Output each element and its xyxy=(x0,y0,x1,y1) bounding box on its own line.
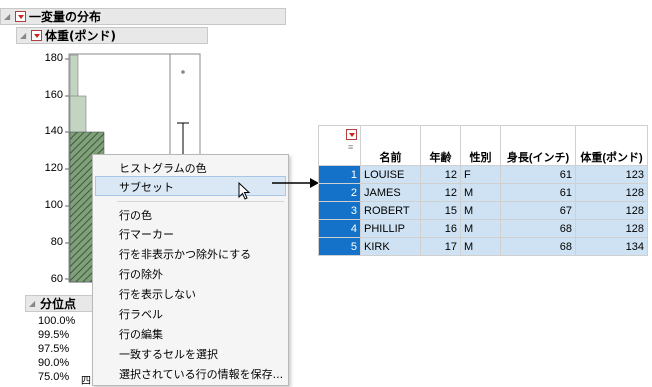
cell-name[interactable]: LOUISE xyxy=(360,165,421,184)
y-tick-label: 120 xyxy=(44,162,63,174)
column-header-age[interactable]: 年齢 xyxy=(420,125,461,166)
menu-item-save-selected-row-info[interactable]: 選択されている行の情報を保存... xyxy=(119,366,283,382)
cell-sex[interactable]: F xyxy=(460,165,501,184)
red-triangle-menu-icon[interactable] xyxy=(346,129,357,140)
menu-item-hide-rows[interactable]: 行を表示しない xyxy=(119,286,196,302)
y-tick-label: 80 xyxy=(50,236,63,248)
cell-name[interactable]: ROBERT xyxy=(360,201,421,220)
cell-age[interactable]: 12 xyxy=(420,183,461,202)
quantile-label: 99.5% xyxy=(38,329,70,341)
y-tick-label: 60 xyxy=(50,273,63,285)
context-menu: ヒストグラムの色 サブセット 行の色 行マーカー 行を非表示かつ除外にする 行の… xyxy=(92,154,289,386)
table-row[interactable]: 5 KIRK 17 M 68 134 xyxy=(318,237,648,256)
cell-height[interactable]: 61 xyxy=(500,165,576,184)
distribution-header[interactable]: ◢ 一変量の分布 xyxy=(0,8,286,25)
cell-weight[interactable]: 128 xyxy=(575,183,648,202)
row-number[interactable]: 5 xyxy=(318,237,361,256)
arrow-right-icon xyxy=(272,178,319,188)
cell-sex[interactable]: M xyxy=(460,219,501,238)
column-header-sex[interactable]: 性別 xyxy=(460,125,501,166)
y-tick-label: 140 xyxy=(44,125,63,137)
variable-header[interactable]: ◢ 体重(ポンド) xyxy=(16,27,208,44)
table-row[interactable]: 4 PHILLIP 16 M 68 128 xyxy=(318,219,648,238)
cell-height[interactable]: 68 xyxy=(500,237,576,256)
y-axis-ticks xyxy=(65,58,69,280)
row-number[interactable]: 4 xyxy=(318,219,361,238)
table-row[interactable]: 3 ROBERT 15 M 67 128 xyxy=(318,201,648,220)
row-number[interactable]: 2 xyxy=(318,183,361,202)
row-number[interactable]: 3 xyxy=(318,201,361,220)
mouse-pointer-icon xyxy=(238,182,251,200)
report-title: 一変量の分布 xyxy=(29,10,102,24)
menu-item-subset[interactable]: サブセット xyxy=(119,179,174,195)
table-row[interactable]: 2 JAMES 12 M 61 128 xyxy=(318,183,648,202)
cell-age[interactable]: 12 xyxy=(420,165,461,184)
menu-item-select-matching-cells[interactable]: 一致するセルを選択 xyxy=(119,346,218,362)
cell-weight[interactable]: 123 xyxy=(575,165,648,184)
quantile-suffix: 四 xyxy=(81,376,91,387)
quantile-label: 97.5% xyxy=(38,343,70,355)
menu-item-edit-rows[interactable]: 行の編集 xyxy=(119,326,163,342)
table-corner[interactable]: ≡ xyxy=(318,125,361,166)
menu-item-histogram-color[interactable]: ヒストグラムの色 xyxy=(119,160,207,176)
cell-weight[interactable]: 128 xyxy=(575,219,648,238)
collapse-triangle-icon[interactable]: ◢ xyxy=(4,12,12,21)
collapse-triangle-icon[interactable]: ◢ xyxy=(29,299,37,308)
menu-item-row-marker[interactable]: 行マーカー xyxy=(119,226,174,242)
column-header-height[interactable]: 身長(インチ) xyxy=(500,125,576,166)
y-tick-label: 160 xyxy=(44,89,63,101)
cell-height[interactable]: 61 xyxy=(500,183,576,202)
collapse-triangle-icon[interactable]: ◢ xyxy=(20,31,28,40)
menu-separator xyxy=(117,201,284,202)
y-tick-label: 180 xyxy=(44,52,63,64)
cell-sex[interactable]: M xyxy=(460,201,501,220)
red-triangle-menu-icon[interactable] xyxy=(31,30,42,41)
y-tick-label: 100 xyxy=(44,199,63,211)
quantile-label: 100.0% xyxy=(38,315,76,327)
row-number[interactable]: 1 xyxy=(318,165,361,184)
cell-sex[interactable]: M xyxy=(460,237,501,256)
cell-age[interactable]: 15 xyxy=(420,201,461,220)
quantiles-header[interactable]: ◢ 分位点 xyxy=(25,295,97,312)
column-header-name[interactable]: 名前 xyxy=(360,125,421,166)
cell-name[interactable]: KIRK xyxy=(360,237,421,256)
cell-name[interactable]: PHILLIP xyxy=(360,219,421,238)
cell-age[interactable]: 16 xyxy=(420,219,461,238)
cell-height[interactable]: 68 xyxy=(500,219,576,238)
cell-height[interactable]: 67 xyxy=(500,201,576,220)
outlier-point[interactable] xyxy=(181,70,185,74)
table-row[interactable]: 1 LOUISE 12 F 61 123 xyxy=(318,165,648,184)
red-triangle-menu-icon[interactable] xyxy=(15,11,26,22)
menu-item-row-label[interactable]: 行ラベル xyxy=(119,306,163,322)
menu-item-hide-and-exclude[interactable]: 行を非表示かつ除外にする xyxy=(119,246,251,262)
filter-icon[interactable]: ≡ xyxy=(348,142,353,152)
cell-name[interactable]: JAMES xyxy=(360,183,421,202)
quantile-label: 90.0% xyxy=(38,357,70,369)
menu-item-exclude-rows[interactable]: 行の除外 xyxy=(119,266,163,282)
variable-title: 体重(ポンド) xyxy=(45,29,116,43)
cell-sex[interactable]: M xyxy=(460,183,501,202)
table-header-row: ≡ 名前 年齢 性別 身長(インチ) 体重(ポンド) xyxy=(318,125,648,166)
cell-weight[interactable]: 134 xyxy=(575,237,648,256)
quantiles-title: 分位点 xyxy=(40,297,77,311)
menu-item-row-color[interactable]: 行の色 xyxy=(119,207,152,223)
cell-age[interactable]: 17 xyxy=(420,237,461,256)
cell-weight[interactable]: 128 xyxy=(575,201,648,220)
column-header-weight[interactable]: 体重(ポンド) xyxy=(575,125,648,166)
subset-data-table: ≡ 名前 年齢 性別 身長(インチ) 体重(ポンド) 1 LOUISE 12 F… xyxy=(318,125,648,256)
quantile-label: 75.0% xyxy=(38,371,70,383)
